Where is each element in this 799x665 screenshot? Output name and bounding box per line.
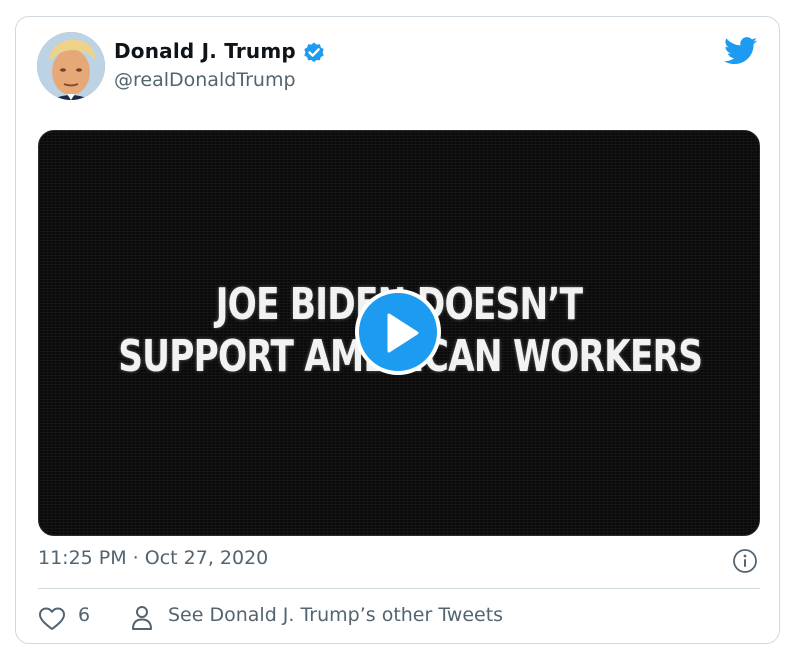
video-player[interactable]: JOE BIDEN DOESN’T SUPPORT AMERICAN WORKE… [38,130,760,536]
play-icon [387,313,419,353]
person-icon [130,605,154,635]
tweet-timestamp[interactable]: 11:25 PM · Oct 27, 2020 [38,547,268,569]
verified-badge-icon [302,41,326,69]
author-handle[interactable]: @realDonaldTrump [114,69,296,91]
divider [38,588,760,589]
tweet-card: Donald J. Trump @realDonaldTrump JOE BID… [15,16,780,644]
other-tweets-link[interactable]: See Donald J. Trump’s other Tweets [168,604,503,626]
info-icon[interactable] [732,548,758,578]
like-count: 6 [78,604,91,626]
heart-icon [39,607,65,630]
like-button[interactable] [38,606,66,636]
twitter-bird-icon[interactable] [724,37,758,69]
author-name[interactable]: Donald J. Trump [114,39,296,63]
avatar[interactable] [37,32,105,100]
play-button[interactable] [355,289,441,375]
